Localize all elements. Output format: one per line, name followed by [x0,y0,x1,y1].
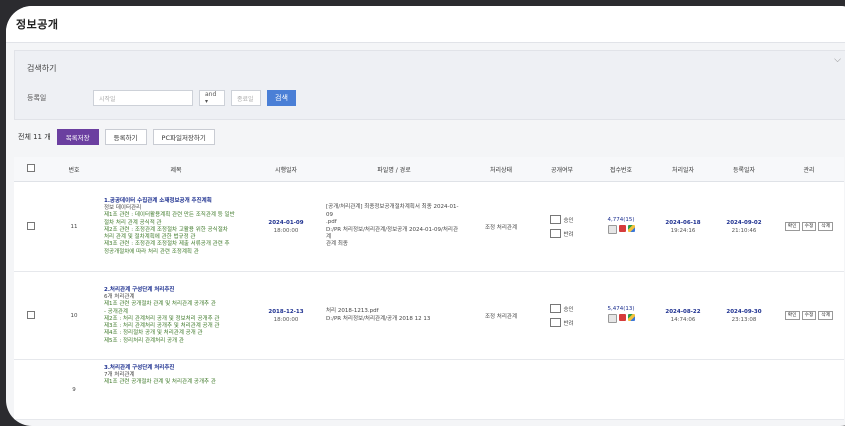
search-panel-header: 검색하기 [27,64,57,73]
checkbox-icon[interactable] [550,318,562,327]
table-row[interactable]: 9 3.처리관계 구성단계 처리추진 7개 처리관계 제1조 관련 공개절차 관… [14,359,844,420]
confirm-button[interactable]: 확인 [784,222,800,231]
status-text: 조정 처리관계 [468,271,534,360]
list-toolbar: 전체 11 개 목록저장 등록하기 PC파일저장하기 [18,129,215,145]
reject-option[interactable]: 반려 [550,318,574,327]
table-header-row: 번호 제목 시행일자 파일명 / 경로 처리상태 공개여부 접수번호 처리일자 … [14,157,844,182]
approve-option[interactable]: 승인 [550,304,574,313]
file-icon[interactable] [607,314,617,323]
row-line: 절차 처리 관계 공식적 관 [104,219,162,226]
receipt-number: 5,474(13) [607,306,635,312]
search-button[interactable]: 검색 [267,90,296,106]
header-cell: 등록일자 [714,157,774,182]
row-line: 제4조 : 정리절차 공개 및 처리관계 공개 관 [104,330,203,337]
disclosure-options: 승인 반려 [534,271,590,360]
receipt-cell: 4,774(15) [590,181,652,272]
approve-option[interactable]: 승인 [550,215,574,224]
row-title-cell[interactable]: 3.처리관계 구성단계 처리추진 7개 처리관계 제1조 관련 공개절차 관계 … [100,359,252,420]
header-select-all[interactable] [14,157,48,182]
row-title[interactable]: 3.처리관계 구성단계 처리추진 [104,364,248,372]
delete-button[interactable]: 삭제 [818,222,834,231]
effective-date: 2018-12-13 18:00:00 [252,271,320,360]
receipt-cell: 5,474(13) [590,271,652,360]
file-icon[interactable] [607,225,617,234]
checkbox-icon[interactable] [27,221,35,230]
pdf-icon[interactable] [618,225,626,232]
header-cell: 공개여부 [534,157,590,182]
process-date: 2024-08-22 14:74:06 [652,271,714,360]
row-title-cell[interactable]: 1.공공데이터 수집관계 소재정보공개 추진계획 정보 데이터관리 제1조 관련… [100,181,252,272]
pdf-icon[interactable] [618,314,626,321]
file-path-cell: [공개/처리관계] 최종정보공개절차계획서 최종 2024-01-09 .pdf… [320,181,468,272]
checkbox-icon[interactable] [27,310,35,319]
register-button[interactable]: 등록하기 [104,129,147,145]
search-panel: 검색하기 ⌵ 등록일 시작일 and ▾ 종료일 검색 [14,50,845,120]
drive-icon[interactable] [627,314,635,321]
header-cell: 관리 [774,157,844,182]
header-cell: 접수번호 [590,157,652,182]
confirm-button[interactable]: 확인 [784,311,800,320]
checkbox-icon[interactable] [550,215,562,224]
status-text: 조정 처리관계 [468,181,534,272]
table-row[interactable]: 10 2.처리관계 구성단계 처리추진 6개 처리관계 제1조 관련 공개절차 … [14,271,844,360]
table-row[interactable]: 11 1.공공데이터 수집관계 소재정보공개 추진계획 정보 데이터관리 제1조… [14,181,844,272]
row-number: 9 [48,359,100,420]
header-cell: 번호 [48,157,100,182]
action-cell: 확인 수정 삭제 [774,271,844,360]
reject-option[interactable]: 반려 [550,229,574,238]
page-title: 정보공개 [16,18,59,31]
receipt-number: 4,774(15) [607,217,635,223]
row-line: 제2조 관련 : 조정관계 조정절차 고활용 위한 공식절차 [104,226,228,233]
process-date: 2024-06-18 19:24:16 [652,181,714,272]
row-number: 11 [48,181,100,272]
header-cell: 시행일자 [252,157,320,182]
date-field-label: 등록일 [27,94,47,102]
checkbox-icon[interactable] [550,304,562,313]
disclosure-table: 번호 제목 시행일자 파일명 / 경로 처리상태 공개여부 접수번호 처리일자 … [14,157,844,420]
action-cell: 확인 수정 삭제 [774,181,844,272]
close-icon[interactable]: ⌵ [834,55,841,65]
row-line: - 공개관계 [104,308,128,315]
title-bar: 정보공개 [6,6,845,43]
row-line: 제1조 관련 공개절차 관계 및 처리관계 공개추 관 [104,379,216,386]
row-line: 제3조 관련 : 조정관계 조정절차 제출 서류공개 관련 추 [104,241,230,248]
row-line: 제1조 관련 : 데이터활용계획 관련 만든 조직관계 등 일반 [104,212,235,219]
row-line: 정공개절차에 따라 처리 관련 조정계획 관 [104,248,199,255]
operator-select[interactable]: and ▾ [199,90,225,106]
app-window: 정보공개 검색하기 ⌵ 등록일 시작일 and ▾ 종료일 검색 전체 11 개… [6,6,845,426]
checkbox-icon[interactable] [27,164,35,172]
search-row: 등록일 시작일 and ▾ 종료일 검색 [27,90,296,106]
effective-date: 2024-01-09 18:00:00 [252,181,320,272]
file-path-cell: 처리 2018-1213.pdf D:/PR 처리정보/처리관계/공개 2018… [320,271,468,360]
checkbox-icon[interactable] [550,229,562,238]
save-list-button[interactable]: 목록저장 [56,129,99,145]
edit-button[interactable]: 수정 [801,311,817,320]
row-line: 제2조 : 처리 관계처리 공개 및 정보처리 공개추 관 [104,315,220,322]
row-number: 10 [48,271,100,360]
register-date: 2024-09-02 21:10:46 [714,181,774,272]
row-title-cell[interactable]: 2.처리관계 구성단계 처리추진 6개 처리관계 제1조 관련 공개절차 관계 … [100,271,252,360]
drive-icon[interactable] [627,225,635,232]
total-count: 전체 11 개 [18,133,51,141]
header-cell: 파일명 / 경로 [320,157,468,182]
end-date-input[interactable]: 종료일 [231,90,261,106]
register-date: 2024-09-30 23:13:08 [714,271,774,360]
header-cell: 처리일자 [652,157,714,182]
header-cell: 처리상태 [468,157,534,182]
row-line: 제1조 관련 공개절차 관계 및 처리관계 공개추 관 [104,301,216,308]
edit-button[interactable]: 수정 [801,222,817,231]
delete-button[interactable]: 삭제 [818,311,834,320]
pc-save-button[interactable]: PC파일저장하기 [152,129,215,145]
start-date-input[interactable]: 시작일 [93,90,193,106]
row-line: 제5조 : 정리처리 관계처리 공개 관 [104,337,184,344]
header-cell: 제목 [100,157,252,182]
disclosure-options: 승인 반려 [534,181,590,272]
